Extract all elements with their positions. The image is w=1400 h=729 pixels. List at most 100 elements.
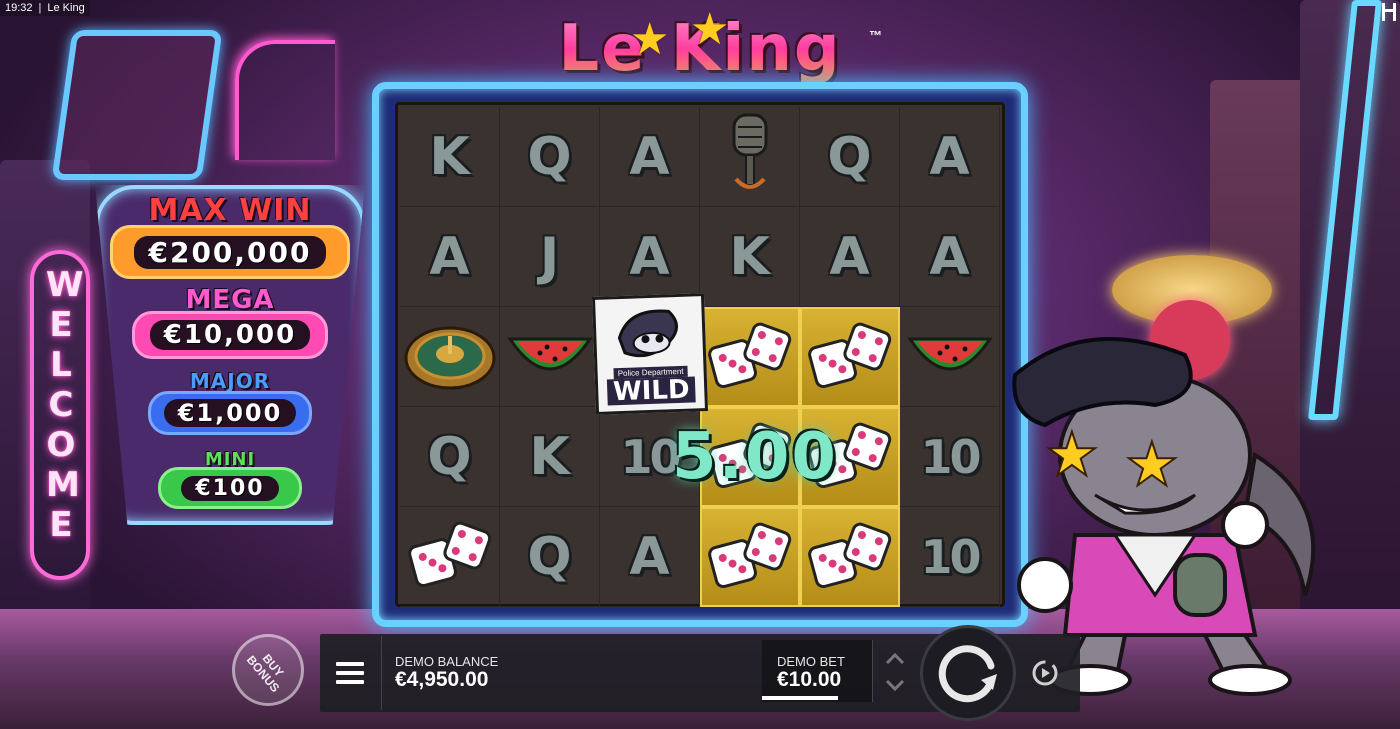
reel-cell: Q — [800, 107, 900, 207]
welcome-sign-text: WELCOME — [46, 265, 84, 545]
watermelon-symbol — [505, 319, 595, 394]
chevron-down-icon — [885, 679, 905, 691]
win-amount: 5.00 — [672, 420, 838, 494]
provider-logo-icon — [1382, 3, 1396, 21]
reel-cell — [700, 507, 800, 607]
dice-symbol — [405, 514, 495, 599]
buy-bonus-button[interactable]: BUY BONUS — [232, 634, 304, 706]
letter-symbol: A — [629, 126, 670, 187]
reel-cell: 10 — [900, 507, 1000, 607]
jackpot-major-label: MAJOR — [189, 369, 271, 393]
reel-cell: A — [600, 107, 700, 207]
letter-symbol: K — [529, 426, 570, 487]
autoplay-icon — [1032, 660, 1058, 686]
clock: 19:32 — [5, 2, 33, 14]
reel-grid: K Q A Q A A J A K A A Police Department WILD Q K 10 10 Q A… — [395, 102, 1005, 607]
separator: | — [38, 2, 42, 14]
letter-symbol: A — [629, 226, 670, 287]
letter-symbol: 10 — [920, 429, 981, 484]
jackpot-mini-value: €100 — [158, 467, 302, 509]
wild-symbol: Police Department WILD — [591, 293, 709, 415]
balance-label: DEMO BALANCE — [395, 654, 499, 669]
left-arrow-sign — [51, 30, 223, 180]
jackpot-maxwin-amount: €200,000 — [134, 235, 326, 269]
letter-symbol: A — [829, 226, 870, 287]
letter-symbol: 10 — [920, 529, 981, 584]
divider — [872, 640, 873, 702]
dice-symbol — [705, 315, 795, 400]
reel-cell: Q — [400, 407, 500, 507]
reel-cell: A — [900, 207, 1000, 307]
reel-cell: K — [500, 407, 600, 507]
reel-cell: 10 — [900, 407, 1000, 507]
reel-cell — [400, 507, 500, 607]
letter-symbol: Q — [527, 126, 572, 187]
letter-symbol: A — [429, 226, 470, 287]
reel-cell: Q — [500, 107, 600, 207]
buy-bonus-label: BUY BONUS — [244, 651, 287, 695]
letter-symbol: Q — [527, 526, 572, 587]
bet-value: €10.00 — [777, 668, 842, 691]
watermelon-symbol — [905, 319, 995, 394]
letter-symbol: A — [929, 126, 970, 187]
letter-symbol: A — [629, 526, 670, 587]
reel-cell: Police Department WILD — [591, 293, 709, 415]
jackpot-maxwin-value: €200,000 — [110, 225, 350, 279]
spin-icon — [938, 645, 997, 703]
status-bar: 19:32 | Le King — [0, 0, 90, 16]
reel-cell: J — [500, 207, 600, 307]
microphone-symbol — [720, 109, 780, 204]
reel-cell: K — [700, 207, 800, 307]
raccoon-mugshot-icon — [617, 309, 679, 358]
jackpot-mega-value: €10,000 — [132, 311, 328, 359]
reel-cell: A — [600, 207, 700, 307]
wild-label: WILD — [606, 375, 696, 407]
menu-icon — [336, 662, 364, 666]
reel-cell — [800, 507, 900, 607]
divider — [381, 636, 382, 710]
letter-symbol: A — [929, 226, 970, 287]
trademark: ™ — [869, 28, 882, 43]
letter-symbol: Q — [827, 126, 872, 187]
reel-cell — [700, 107, 800, 207]
reel-cell: A — [900, 107, 1000, 207]
reel-cell — [800, 307, 900, 407]
letter-symbol: K — [429, 126, 470, 187]
letter-symbol: J — [539, 226, 560, 287]
star-glasses-icon: ★ — [1045, 421, 1099, 488]
menu-button[interactable] — [330, 655, 370, 691]
reel-cell — [400, 307, 500, 407]
dice-symbol — [705, 515, 795, 600]
dice-symbol — [805, 315, 895, 400]
bet-underline — [762, 696, 838, 700]
flamingo-neon — [235, 40, 335, 160]
chevron-up-icon — [885, 653, 905, 665]
reel-cell — [900, 307, 1000, 407]
jackpot-major-value: €1,000 — [148, 391, 312, 435]
jackpot-major-amount: €1,000 — [163, 399, 297, 427]
jackpot-maxwin-label: MAX WIN — [148, 193, 312, 228]
letter-symbol: K — [729, 226, 770, 287]
reel-cell — [500, 307, 600, 407]
star-icon: ★ — [630, 15, 670, 64]
jackpot-sign: MAX WIN €200,000 MEGA €10,000 MAJOR €1,0… — [95, 185, 365, 525]
bet-label: DEMO BET — [777, 654, 845, 669]
balance-value: €4,950.00 — [395, 668, 489, 691]
jackpot-mega-amount: €10,000 — [149, 320, 311, 350]
bet-increase-button[interactable] — [883, 650, 907, 668]
spin-button[interactable] — [920, 625, 1016, 721]
reel-cell: A — [600, 507, 700, 607]
bet-decrease-button[interactable] — [883, 676, 907, 694]
jackpot-mini-amount: €100 — [181, 475, 279, 501]
letter-symbol: Q — [427, 426, 472, 487]
svg-text:★: ★ — [1125, 431, 1179, 498]
reel-cell: K — [400, 107, 500, 207]
roulette-symbol — [403, 314, 497, 399]
autoplay-button[interactable] — [1024, 652, 1066, 694]
star-icon: ★ — [690, 5, 730, 54]
reel-cell — [700, 307, 800, 407]
reel-cell: A — [400, 207, 500, 307]
reel-cell: A — [800, 207, 900, 307]
dice-symbol — [805, 515, 895, 600]
app-title: Le King — [47, 2, 85, 14]
